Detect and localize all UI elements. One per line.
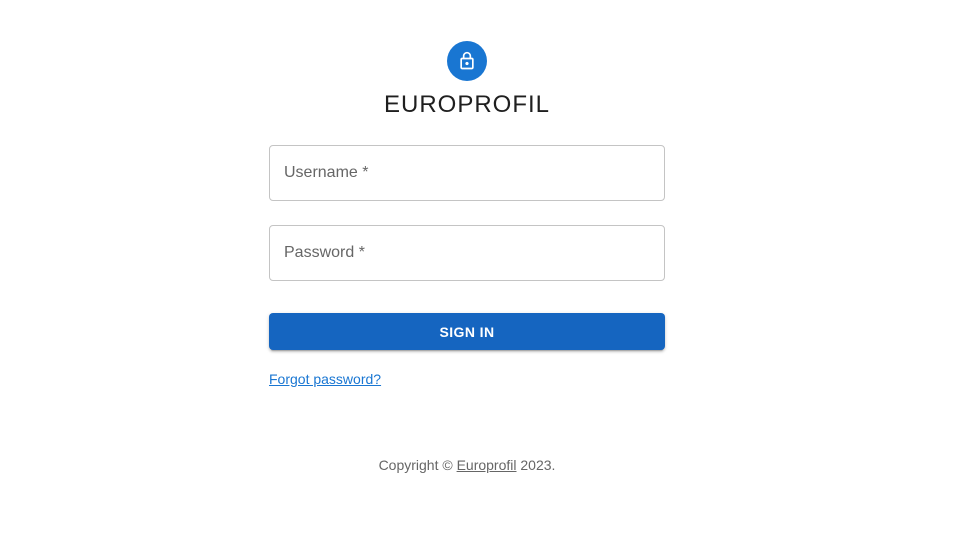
username-input[interactable] [270,146,664,200]
password-input[interactable] [270,226,664,280]
forgot-password-link[interactable]: Forgot password? [269,370,381,388]
copyright-suffix: 2023. [516,457,556,473]
sign-in-button[interactable]: SIGN IN [269,313,665,350]
lock-avatar [447,41,487,81]
page-title: EUROPROFIL [0,89,934,121]
lock-icon [457,51,477,71]
password-field[interactable]: Password * [269,225,665,281]
copyright-prefix: Copyright © [378,457,457,473]
sign-in-page: EUROPROFIL Username * Password * SIGN IN… [0,0,962,550]
copyright-footer: Copyright © Europrofil 2023. [0,456,934,474]
username-field[interactable]: Username * [269,145,665,201]
europrofil-link[interactable]: Europrofil [457,457,517,473]
page-title-text: EUROPROFIL [383,91,551,118]
